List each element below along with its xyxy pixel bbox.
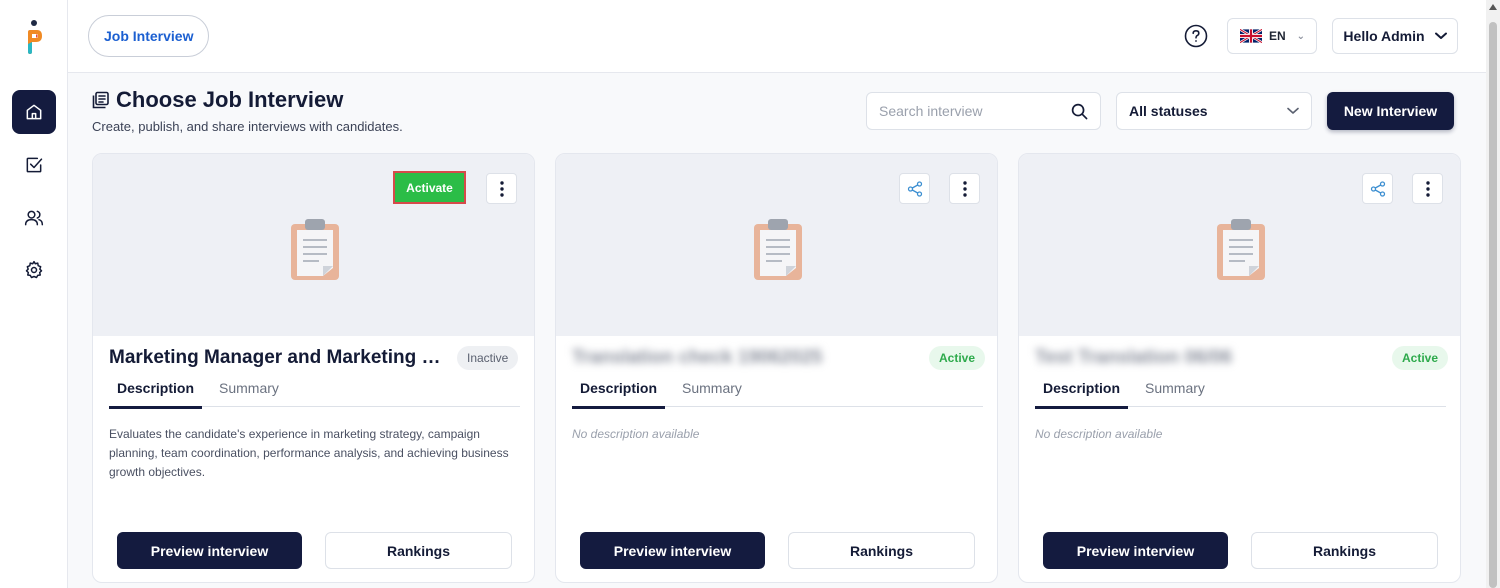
page-subtitle: Create, publish, and share interviews wi… xyxy=(92,119,403,134)
search-box xyxy=(866,92,1101,130)
user-menu[interactable]: Hello Admin xyxy=(1332,18,1458,54)
tab-summary[interactable]: Summary xyxy=(682,380,742,396)
scroll-up-arrow-icon[interactable] xyxy=(1489,4,1497,10)
nav-home[interactable] xyxy=(12,90,56,134)
language-code: EN xyxy=(1269,29,1286,43)
share-button[interactable] xyxy=(1362,173,1393,204)
user-greeting: Hello Admin xyxy=(1343,28,1425,44)
clipboard-icon xyxy=(291,219,339,280)
interview-card: Activate Marketing Manager and Marketing… xyxy=(92,153,535,583)
home-icon xyxy=(26,104,42,120)
users-icon xyxy=(24,210,44,226)
card-description: Evaluates the candidate's experience in … xyxy=(109,427,509,479)
card-title: Test Translation 06/06 xyxy=(1035,347,1233,368)
clipboard-icon xyxy=(754,219,802,280)
activate-button[interactable]: Activate xyxy=(393,171,466,204)
new-interview-button[interactable]: New Interview xyxy=(1327,92,1454,130)
uk-flag-icon xyxy=(1240,29,1262,43)
status-filter-select[interactable]: All statuses xyxy=(1116,92,1312,130)
rankings-button[interactable]: Rankings xyxy=(1251,532,1438,569)
kebab-menu-icon xyxy=(1425,180,1430,197)
status-badge: Active xyxy=(1392,346,1449,370)
checkbox-icon xyxy=(26,157,43,173)
status-badge: Active xyxy=(929,346,986,370)
tab-summary[interactable]: Summary xyxy=(219,380,279,396)
share-icon xyxy=(907,180,922,197)
card-tabs: Description Summary xyxy=(571,376,983,409)
kebab-menu-icon xyxy=(962,180,967,197)
share-icon xyxy=(1370,180,1385,197)
tab-description[interactable]: Description xyxy=(571,380,666,409)
card-media xyxy=(1019,154,1460,336)
card-description: No description available xyxy=(1035,427,1163,441)
language-selector[interactable]: EN ⌄ xyxy=(1227,18,1317,54)
search-input[interactable] xyxy=(867,93,1057,129)
nav-tasks[interactable] xyxy=(12,143,56,187)
page-title-text: Choose Job Interview xyxy=(116,87,344,112)
topbar: Job Interview EN ⌄ Hello Admin xyxy=(68,0,1486,73)
sidebar xyxy=(0,0,68,588)
preview-interview-button[interactable]: Preview interview xyxy=(1043,532,1228,569)
more-options-button[interactable] xyxy=(949,173,980,204)
card-media: Activate xyxy=(93,154,534,336)
kebab-menu-icon xyxy=(499,180,504,197)
more-options-button[interactable] xyxy=(1412,173,1443,204)
nav-settings[interactable] xyxy=(12,248,56,292)
tab-description[interactable]: Description xyxy=(108,380,203,409)
document-list-icon xyxy=(92,91,109,109)
nav-candidates[interactable] xyxy=(12,196,56,240)
app-logo[interactable] xyxy=(22,18,46,58)
tab-summary[interactable]: Summary xyxy=(1145,380,1205,396)
rankings-button[interactable]: Rankings xyxy=(325,532,512,569)
chevron-down-icon: ⌄ xyxy=(1296,30,1306,42)
search-icon[interactable] xyxy=(1071,103,1088,120)
gear-icon xyxy=(25,260,43,279)
job-interview-pill[interactable]: Job Interview xyxy=(88,15,210,57)
card-tabs: Description Summary xyxy=(1034,376,1446,409)
scrollbar-thumb[interactable] xyxy=(1489,22,1497,588)
tab-description[interactable]: Description xyxy=(1034,380,1129,409)
page-title: Choose Job Interview xyxy=(92,87,343,113)
chevron-down-icon xyxy=(1287,107,1299,114)
status-badge: Inactive xyxy=(457,346,519,370)
card-title: Translation check 19062025 xyxy=(572,347,823,368)
interview-card: Translation check 19062025 Active Descri… xyxy=(555,153,998,583)
page-scrollbar[interactable] xyxy=(1486,0,1500,588)
share-button[interactable] xyxy=(899,173,930,204)
card-title: Marketing Manager and Marketing Strategy… xyxy=(109,347,449,368)
status-filter-value: All statuses xyxy=(1129,103,1208,119)
preview-interview-button[interactable]: Preview interview xyxy=(580,532,765,569)
more-options-button[interactable] xyxy=(486,173,517,204)
help-icon[interactable] xyxy=(1184,24,1208,48)
preview-interview-button[interactable]: Preview interview xyxy=(117,532,302,569)
card-description: No description available xyxy=(572,427,700,441)
card-media xyxy=(556,154,997,336)
rankings-button[interactable]: Rankings xyxy=(788,532,975,569)
interview-card: Test Translation 06/06 Active Descriptio… xyxy=(1018,153,1461,583)
chevron-down-icon xyxy=(1434,32,1447,39)
clipboard-icon xyxy=(1217,219,1265,280)
card-tabs: Description Summary xyxy=(108,376,520,409)
